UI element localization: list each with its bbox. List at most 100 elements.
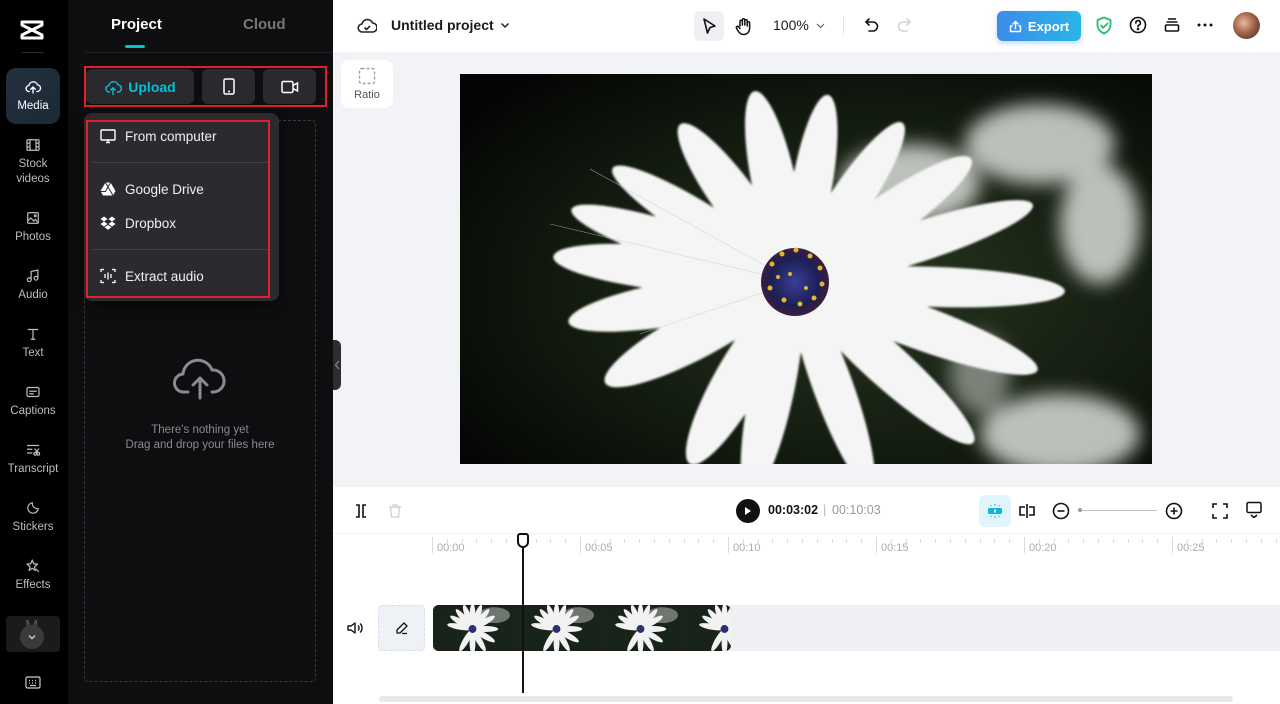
- help-question-icon: [1129, 16, 1147, 34]
- ruler-minor-tick: [935, 539, 937, 543]
- message-square-icon: [1246, 501, 1262, 519]
- rail-item-stickers[interactable]: Stickers: [6, 499, 60, 535]
- ruler-minor-tick: [964, 539, 966, 543]
- undo-button[interactable]: [861, 14, 883, 36]
- align-button[interactable]: [1017, 501, 1037, 521]
- collapse-panel-handle[interactable]: [333, 340, 341, 390]
- ruler-minor-tick: [1201, 539, 1203, 543]
- playhead-handle[interactable]: [517, 533, 529, 548]
- rail-label: Audio: [18, 289, 48, 301]
- ruler-minor-tick: [816, 539, 818, 543]
- ruler-major-tick: [580, 537, 581, 553]
- auto-snap-toggle[interactable]: [979, 495, 1011, 527]
- ratio-label: Ratio: [354, 89, 380, 101]
- flower-frame-image: [460, 74, 1152, 464]
- ruler-minor-tick: [1038, 539, 1040, 543]
- play-button[interactable]: [736, 499, 760, 523]
- more-horizontal-icon: [1197, 23, 1213, 27]
- clip-thumbnail: [601, 605, 685, 651]
- timeline-zoom-slider[interactable]: [1079, 510, 1157, 511]
- user-avatar[interactable]: [1233, 12, 1260, 39]
- rail-item-audio[interactable]: Audio: [6, 267, 60, 303]
- chevron-down-icon: [816, 23, 825, 28]
- zoom-level-dropdown[interactable]: 100%: [773, 17, 826, 33]
- zoom-in-button[interactable]: [1164, 501, 1184, 521]
- rail-item-captions[interactable]: Captions: [6, 383, 60, 419]
- security-shield-button[interactable]: [1093, 14, 1115, 36]
- ruler-minor-tick: [446, 539, 448, 543]
- video-clip[interactable]: [433, 605, 731, 651]
- align-center-icon: [1019, 504, 1035, 518]
- left-rail: Media Stock videos Photos Audio Text Cap…: [0, 0, 68, 704]
- current-time: 00:03:02: [768, 503, 819, 517]
- cloud-upload-icon: [173, 358, 226, 400]
- chevron-down-icon[interactable]: [20, 625, 44, 649]
- ruler-minor-tick: [920, 539, 922, 543]
- ruler-label: 00:25: [1177, 542, 1205, 554]
- magnet-snap-icon: [988, 504, 1002, 518]
- trash-icon: [389, 504, 401, 518]
- export-button[interactable]: Export: [997, 11, 1081, 41]
- export-label: Export: [1027, 18, 1070, 34]
- delete-button[interactable]: [385, 501, 405, 521]
- total-duration: 00:10:03: [832, 503, 881, 517]
- keyboard-icon[interactable]: [25, 676, 41, 689]
- mute-track-button[interactable]: [345, 619, 365, 637]
- ratio-button[interactable]: Ratio: [341, 60, 393, 108]
- zoom-out-button[interactable]: [1051, 501, 1071, 521]
- clip-thumbnail: [433, 605, 517, 651]
- ruler-minor-tick: [565, 539, 567, 543]
- hand-icon: [735, 17, 751, 35]
- chevron-down-icon[interactable]: [499, 19, 511, 31]
- undo-icon: [865, 18, 879, 32]
- ruler-minor-tick: [683, 539, 685, 543]
- hand-tool-button[interactable]: [731, 11, 757, 41]
- ruler-minor-tick: [668, 539, 670, 543]
- split-button[interactable]: [351, 501, 371, 521]
- rail-item-transcript[interactable]: Transcript: [6, 441, 60, 477]
- ruler-minor-tick: [506, 539, 507, 543]
- rail-more-tools[interactable]: M: [6, 616, 60, 652]
- tab-project[interactable]: Project: [111, 16, 162, 33]
- redo-button[interactable]: [893, 14, 915, 36]
- rail-item-media[interactable]: Media: [6, 68, 60, 124]
- active-tab-indicator: [125, 45, 145, 48]
- playhead-line[interactable]: [522, 543, 524, 693]
- feedback-button[interactable]: [1244, 500, 1264, 520]
- music-note-icon: [26, 269, 39, 283]
- rail-item-stock-videos[interactable]: Stock videos: [6, 136, 60, 187]
- edit-cover-button[interactable]: [378, 605, 425, 651]
- video-preview[interactable]: [460, 74, 1152, 464]
- speaker-icon: [347, 622, 363, 634]
- layers-button[interactable]: [1161, 14, 1183, 36]
- ruler-label: 00:15: [881, 542, 909, 554]
- sticker-icon: [27, 502, 39, 514]
- transcript-icon: [27, 444, 41, 456]
- ruler-minor-tick: [1186, 539, 1188, 543]
- cloud-saved-icon[interactable]: [357, 16, 377, 36]
- rail-label: Photos: [15, 231, 51, 243]
- image-icon: [27, 212, 39, 224]
- ruler-minor-tick: [994, 539, 996, 543]
- capcut-logo[interactable]: [18, 16, 46, 44]
- select-tool-button[interactable]: [694, 11, 724, 41]
- rail-item-text[interactable]: Text: [6, 325, 60, 361]
- plus-circle-icon: [1165, 502, 1183, 520]
- empty-state-title: There's nothing yet: [151, 424, 249, 436]
- rail-label: Stickers: [12, 521, 54, 533]
- upload-menu-highlight: [86, 120, 270, 298]
- timeline-panel: 00:03:02 | 00:10:03 00:00 00:05 00:10 00:15…: [333, 487, 1280, 704]
- fit-timeline-button[interactable]: [1210, 501, 1230, 521]
- rail-item-photos[interactable]: Photos: [6, 209, 60, 245]
- ruler-major-tick: [728, 537, 729, 553]
- rail-item-effects[interactable]: Effects: [6, 557, 60, 593]
- project-title[interactable]: Untitled project: [391, 17, 494, 33]
- stack-icon: [1164, 18, 1180, 32]
- tab-divider: [84, 52, 333, 53]
- more-options-button[interactable]: [1194, 14, 1216, 36]
- timeline-zoom-handle[interactable]: [1078, 508, 1082, 512]
- rail-label: Media: [17, 100, 49, 112]
- help-button[interactable]: [1127, 14, 1149, 36]
- tab-cloud[interactable]: Cloud: [243, 16, 286, 33]
- timeline-horizontal-scrollbar[interactable]: [379, 696, 1233, 702]
